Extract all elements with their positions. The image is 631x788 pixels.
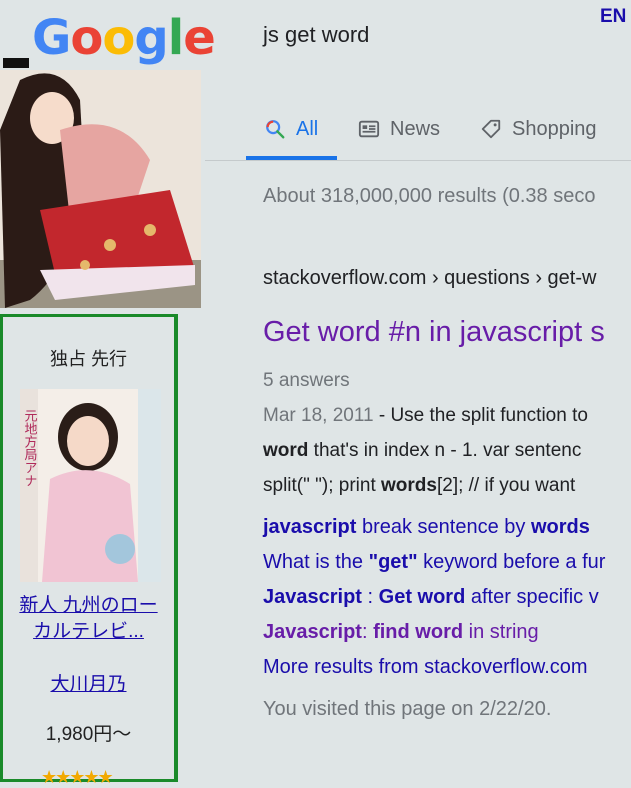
tab-news[interactable]: News [358,100,440,158]
rating-stars: ★★★★★ [41,767,114,787]
related-link-text: javascript [263,516,357,538]
svg-text:元地方局アナ: 元地方局アナ [22,409,38,487]
black-bar [3,58,29,68]
related-link[interactable]: What is the "get" keyword before a fur [263,551,605,574]
related-link-text: : [361,621,374,643]
related-link[interactable]: More results from stackoverflow.com [263,656,588,679]
result-title-link[interactable]: Get word #n in javascript s [263,316,605,349]
ad-actress-link[interactable]: 大川月乃 [3,669,174,696]
related-link-text: break sentence by [356,516,531,538]
related-link-text: Get word [378,586,466,608]
google-logo[interactable]: Google [32,8,216,69]
search-icon [266,120,285,139]
related-link-text: Javascript [263,586,362,608]
ad-price: 1,980円～ [45,724,132,745]
visited-note: You visited this page on 2/22/20. [263,698,552,720]
snippet-line-1: Mar 18, 2011 - Use the split function to [263,405,588,426]
related-link-text: More results from stackoverflow.com [263,656,588,678]
related-link-text: What is the [263,551,369,573]
language-switch[interactable]: EN [600,6,626,28]
result-breadcrumb[interactable]: stackoverflow.com › questions › get-w [263,267,596,290]
related-link-text: : [361,586,379,608]
snippet-line-3: split(" "); print words[2]; // if you wa… [263,475,576,496]
related-link-text: keyword before a fur [417,551,606,573]
news-icon [358,120,380,138]
related-link-text: in string [463,621,539,643]
ad-header: 独占 先行 [49,349,127,369]
ad-panel: 独占 先行 元地方局アナ 新人 九州のロー カルテレビ... 大川月乃 1,98… [0,314,178,787]
related-link-text: find word [373,621,464,643]
related-link-text: words [530,516,590,538]
related-link[interactable]: javascript break sentence by words [263,516,590,539]
tab-all[interactable]: All [264,100,318,158]
tabs-divider [205,160,631,161]
anime-character-image[interactable] [0,70,201,308]
dvd-cover-image[interactable]: 元地方局アナ [20,389,161,582]
snippet-line-2: word that's in index n - 1. var sentenc [263,440,582,461]
ad-product-title[interactable]: 新人 九州のロー カルテレビ... [3,593,174,645]
related-link[interactable]: Javascript: find word in string [263,621,539,644]
answers-count: 5 answers [263,370,350,391]
related-link-text: Javascript [263,621,362,643]
result-stats: About 318,000,000 results (0.38 seco [263,185,596,207]
tab-shopping[interactable]: Shopping [480,100,597,158]
tag-icon [481,119,501,139]
related-link[interactable]: Javascript : Get word after specific v [263,586,599,609]
search-query[interactable]: js get word [263,22,369,48]
related-link-text: "get" [368,551,418,573]
related-link-text: after specific v [465,586,599,608]
